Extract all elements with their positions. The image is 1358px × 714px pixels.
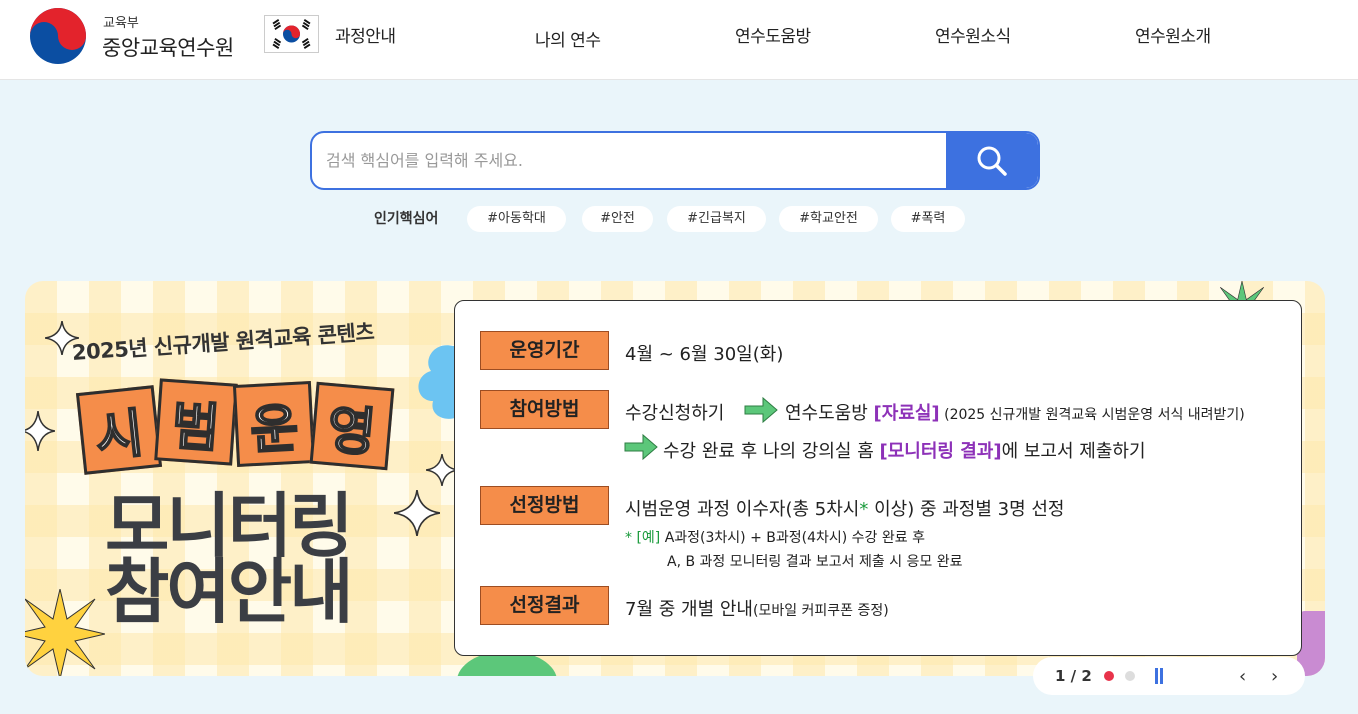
sparkle-icon — [394, 490, 440, 536]
popular-keywords-label: 인기핵심어 — [374, 211, 439, 227]
government-emblem-icon[interactable] — [27, 7, 89, 65]
search-icon — [977, 146, 1007, 176]
search-button[interactable] — [946, 133, 1038, 188]
nav-course-info[interactable]: 과정안내 — [335, 22, 396, 47]
nav-about[interactable]: 연수원소개 — [1135, 22, 1211, 47]
nav-news[interactable]: 연수원소식 — [935, 22, 1011, 47]
result-text: 7월 중 개별 안내(모바일 커피쿠폰 증정) — [625, 599, 889, 620]
banner-pager: 1 / 2 ‹ › — [1033, 657, 1305, 695]
pager-dot-active[interactable] — [1104, 671, 1114, 681]
period-text: 4월 ~ 6월 30일(화) — [625, 344, 784, 365]
selection-note-line2: A, B 과정 모니터링 결과 보고서 제출 시 응모 완료 — [667, 554, 963, 570]
pager-count: 1 / 2 — [1055, 667, 1092, 685]
method-step-b: 연수도움방 [자료실] (2025 신규개발 원격교육 시범운영 서식 내려받기… — [785, 403, 1245, 424]
title-tile: 운 — [232, 381, 316, 467]
korean-flag-icon — [264, 15, 319, 53]
period-label: 운영기간 — [480, 331, 609, 370]
site-header: 교육부 중앙교육연수원 과정안내 나의 연수 연수도움방 연수원소식 연수원소개 — [0, 0, 1358, 80]
arrow-right-icon — [624, 433, 658, 461]
chevron-left-icon[interactable]: ‹ — [1239, 666, 1246, 687]
result-label: 선정결과 — [480, 586, 609, 625]
sparkle-icon — [25, 411, 55, 451]
banner-subtitle: 2025년 신규개발 원격교육 콘텐츠 — [71, 319, 375, 366]
logo-site-name[interactable]: 중앙교육연수원 — [102, 32, 234, 62]
selection-text: 시범운영 과정 이수자(총 5차시* 이상) 중 과정별 3명 선정 — [625, 499, 1065, 520]
search-bar — [310, 131, 1040, 190]
chevron-right-icon[interactable]: › — [1271, 666, 1278, 687]
title-tile: 영 — [309, 381, 395, 471]
method-label: 참여방법 — [480, 390, 609, 429]
keyword-tag[interactable]: #학교안전 — [779, 206, 878, 232]
title-tile: 시 — [75, 385, 163, 475]
search-input[interactable] — [326, 133, 946, 188]
keyword-tag[interactable]: #긴급복지 — [667, 206, 766, 232]
title-tile: 범 — [154, 378, 238, 466]
arrow-right-icon — [744, 396, 778, 424]
info-card: 운영기간 4월 ~ 6월 30일(화) 참여방법 수강신청하기 연수도움방 [자… — [454, 300, 1302, 656]
selection-note-line1: * [예] A과정(3차시) + B과정(4차시) 수강 완료 후 — [625, 530, 925, 546]
starburst-yellow-icon — [25, 589, 105, 676]
promo-banner[interactable]: 2025년 신규개발 원격교육 콘텐츠 시 범 운 영 모니터링 참여안내 운영… — [25, 281, 1325, 676]
keyword-tag[interactable]: #폭력 — [891, 206, 965, 232]
logo-ministry-label: 교육부 — [103, 16, 139, 31]
banner-title-line2: 참여안내 — [105, 551, 354, 633]
method-step-a: 수강신청하기 — [625, 403, 725, 424]
nav-help-room[interactable]: 연수도움방 — [735, 22, 811, 47]
pager-dot[interactable] — [1125, 671, 1135, 681]
keyword-tag[interactable]: #안전 — [582, 206, 653, 232]
method-step-c: 수강 완료 후 나의 강의실 홈 [모니터링 결과]에 보고서 제출하기 — [663, 441, 1146, 462]
keyword-tag[interactable]: #아동학대 — [467, 206, 566, 232]
nav-my-training[interactable]: 나의 연수 — [535, 26, 601, 51]
pause-icon[interactable] — [1154, 668, 1164, 684]
selection-label: 선정방법 — [480, 486, 609, 525]
